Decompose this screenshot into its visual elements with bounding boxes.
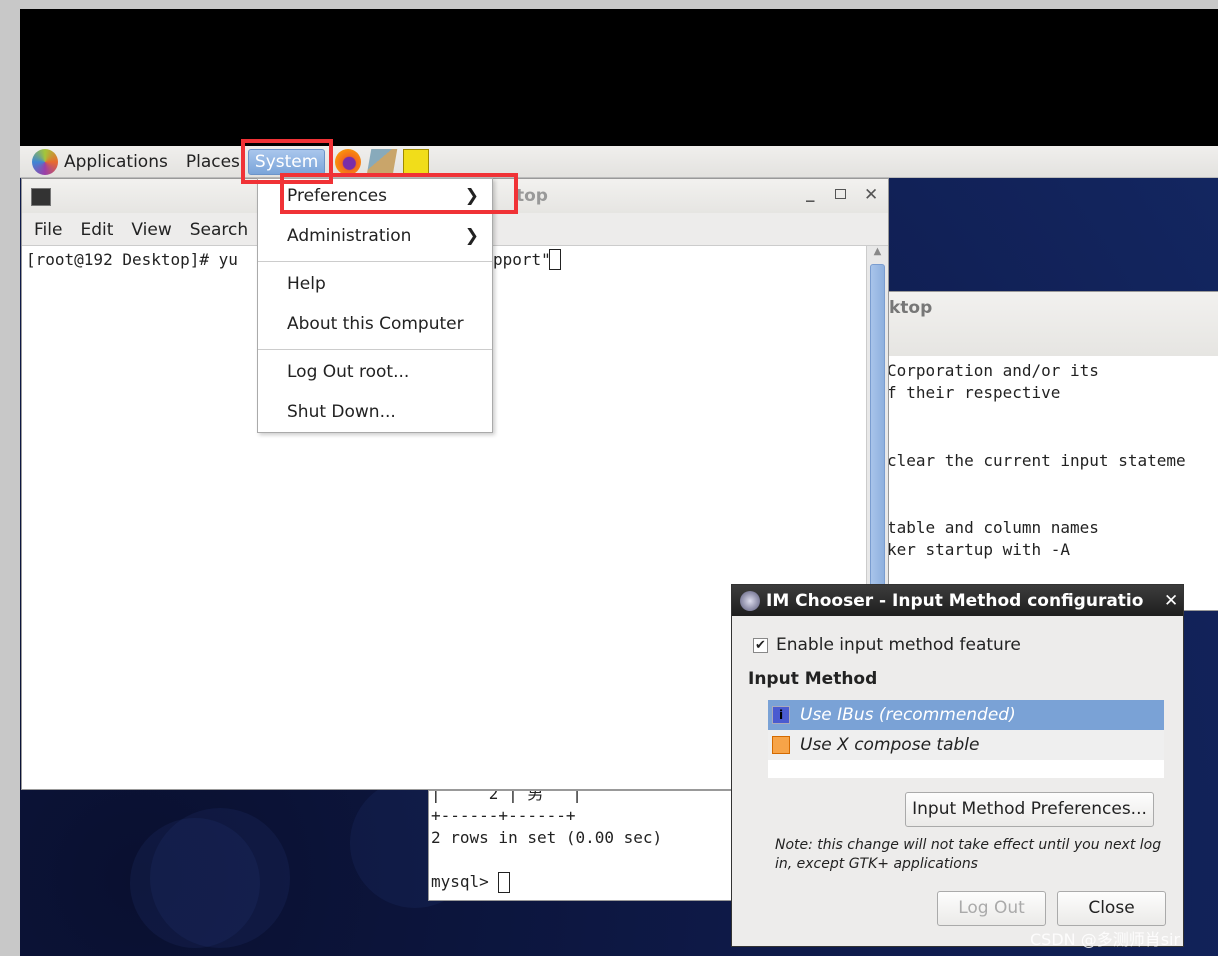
applications-label: Applications (64, 151, 168, 172)
input-method-list: i Use IBus (recommended) Use X compose t… (768, 700, 1164, 778)
mysql-line: mysql> (431, 871, 735, 893)
terminal-line: ker startup with -A (887, 540, 1071, 560)
option-x-compose[interactable]: Use X compose table (768, 730, 1164, 760)
input-method-preferences-button[interactable]: Input Method Preferences... (905, 792, 1154, 827)
terminal-line: table and column names (887, 517, 1099, 537)
administration-label: Administration (287, 226, 412, 246)
terminal-icon (31, 188, 51, 206)
mysql-line: | 2 | 男 | (431, 790, 735, 805)
mysql-line: 2 rows in set (0.00 sec) (431, 827, 735, 849)
dialog-close-icon[interactable]: ✕ (1164, 591, 1178, 611)
menu-separator (258, 261, 492, 262)
mysql-line-text: | 2 | 男 | (431, 790, 582, 803)
menu-separator (258, 349, 492, 350)
close-button[interactable]: ✕ (864, 185, 878, 205)
chevron-right-icon: ❯ (464, 226, 479, 246)
menu-edit[interactable]: Edit (80, 220, 113, 245)
mysql-cursor (498, 872, 511, 893)
applications-menu[interactable]: Applications (32, 148, 168, 175)
watermark: CSDN @多测师肖sir (1030, 930, 1181, 949)
option-ibus[interactable]: i Use IBus (recommended) (768, 700, 1164, 730)
maximize-button[interactable] (835, 189, 846, 199)
logout-button[interactable]: Log Out (937, 891, 1046, 926)
menu-item-shutdown[interactable]: Shut Down... (287, 397, 487, 427)
dialog-titlebar: IM Chooser - Input Method configuratio ✕ (732, 585, 1183, 616)
im-chooser-icon (740, 590, 760, 611)
mysql-line-text: 2 rows in set (0.00 sec) (431, 828, 663, 847)
scroll-up-arrow[interactable]: ▲ (867, 246, 888, 264)
menu-file[interactable]: File (34, 220, 62, 245)
notes-icon[interactable] (403, 148, 430, 175)
menu-item-about[interactable]: About this Computer (287, 309, 487, 339)
menu-item-logout[interactable]: Log Out root... (287, 357, 487, 387)
restart-note: Note: this change will not take effect u… (775, 837, 1162, 872)
close-dialog-button[interactable]: Close (1057, 891, 1166, 926)
places-menu[interactable]: Places (186, 152, 240, 172)
top-panel: Applications Places System (20, 146, 1218, 178)
info-icon: i (772, 706, 790, 724)
firefox-icon[interactable] (335, 148, 362, 175)
terminal-title: top (516, 186, 548, 206)
mysql-line (431, 849, 735, 871)
back-terminal-title: ktop (887, 292, 1218, 356)
terminal-line: f their respective (887, 383, 1061, 403)
menu-item-administration[interactable]: Administration ❯ (287, 221, 487, 251)
dialog-title: IM Chooser - Input Method configuratio (766, 590, 1144, 611)
places-label: Places (185, 151, 240, 172)
highlight-box-preferences (280, 173, 518, 214)
menu-view[interactable]: View (131, 220, 171, 245)
applications-icon (32, 148, 58, 175)
menu-search[interactable]: Search (190, 220, 248, 245)
screenshot-icon[interactable] (367, 148, 398, 175)
black-area (20, 9, 1218, 146)
terminal-line: clear the current input stateme (887, 450, 1186, 470)
option-ibus-label: Use IBus (recommended) (800, 705, 1016, 725)
mysql-terminal-window[interactable]: | 2 | 男 | +------+------+ 2 rows in set (0… (428, 790, 736, 901)
system-dropdown-menu: Preferences ❯ Administration ❯ Help About … (257, 178, 493, 433)
section-heading: Input Method (748, 669, 878, 689)
checkbox-checked-icon[interactable]: ✔ (753, 637, 768, 653)
terminal-cursor (549, 249, 561, 270)
back-terminal-window[interactable]: ktop Corporation and/or its f their respe… (886, 291, 1218, 611)
im-chooser-dialog: IM Chooser - Input Method configuratio ✕… (731, 584, 1184, 947)
checkbox-label: Enable input method feature (776, 635, 1021, 655)
option-x-compose-label: Use X compose table (800, 735, 980, 755)
terminal-line: Corporation and/or its (887, 361, 1099, 380)
menu-item-help[interactable]: Help (287, 269, 487, 299)
minimize-button[interactable]: _ (806, 183, 815, 203)
terminal-command-tail: pport" (493, 250, 551, 269)
mysql-line-text: +------+------+ (431, 806, 576, 825)
brush-icon (772, 736, 790, 754)
terminal-command-line: [root@192 Desktop]# yu (26, 250, 238, 269)
mysql-line: +------+------+ (431, 805, 735, 827)
mysql-line-text: mysql> (431, 872, 499, 891)
enable-im-checkbox[interactable]: ✔ Enable input method feature (753, 635, 1021, 655)
